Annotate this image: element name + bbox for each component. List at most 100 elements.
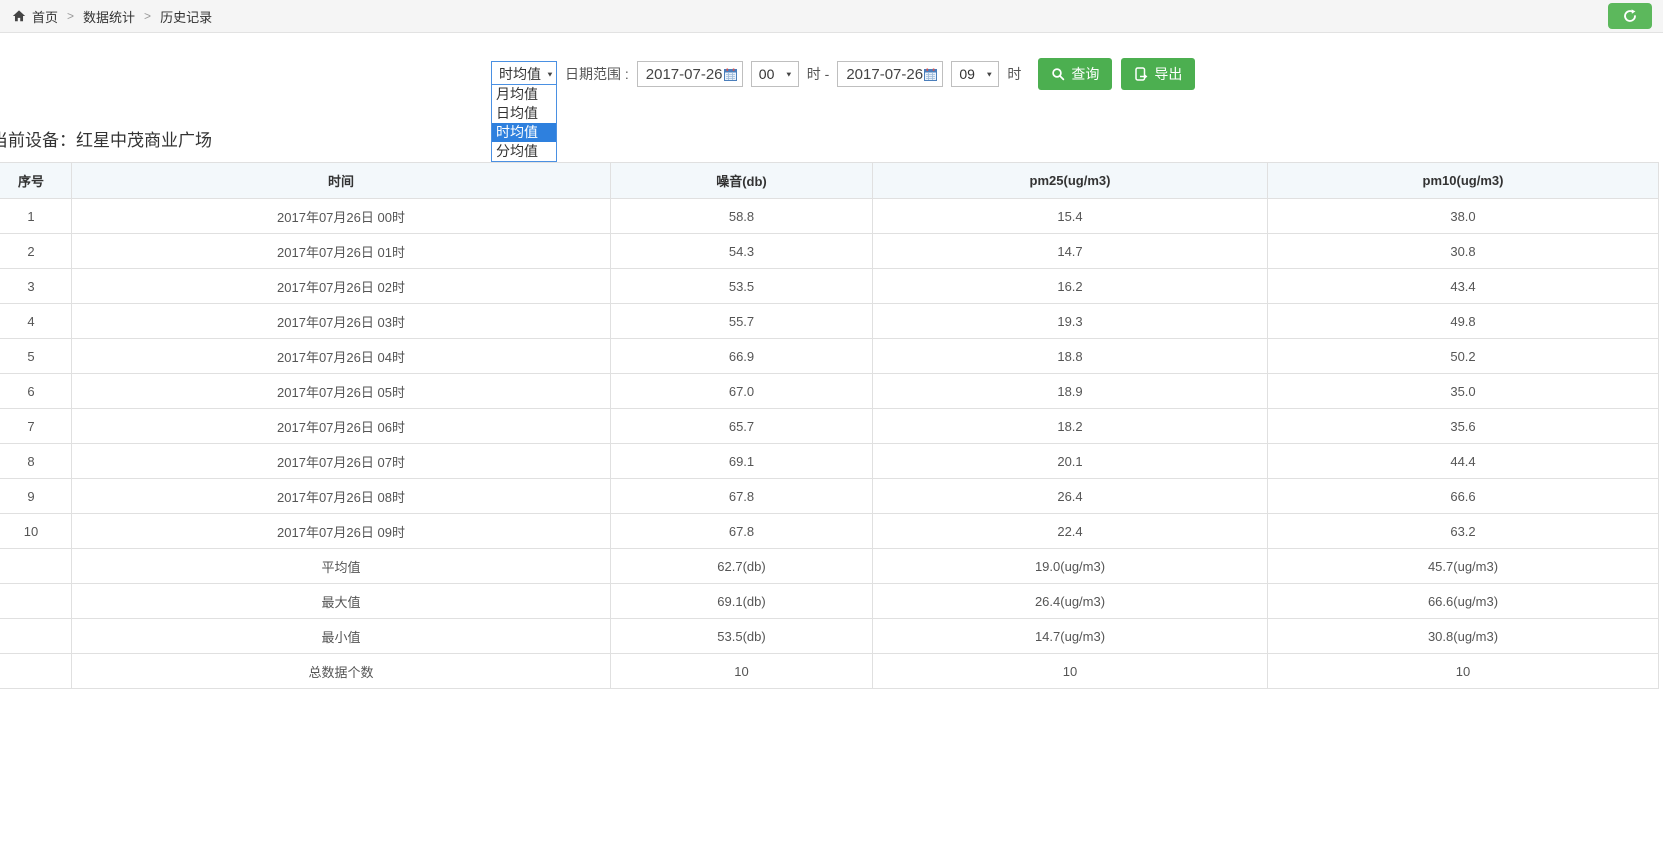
table-cell: 66.6 [1268,479,1659,514]
home-icon [12,9,26,23]
refresh-icon [1622,8,1638,24]
table-cell: 2017年07月26日 06时 [72,409,611,444]
table-cell: 2017年07月26日 01时 [72,234,611,269]
calendar-icon[interactable] [924,68,937,81]
table-cell [0,584,72,619]
table-cell [0,549,72,584]
table-cell: 65.7 [611,409,873,444]
start-date-value: 2017-07-26 [646,66,723,83]
breadcrumb-data-statistics[interactable]: 数据统计 [83,7,135,26]
table-cell: 2017年07月26日 03时 [72,304,611,339]
table-cell: 2017年07月26日 08时 [72,479,611,514]
table-cell: 16.2 [873,269,1268,304]
table-row: 102017年07月26日 09时67.822.463.2 [0,514,1659,549]
table-cell: 20.1 [873,444,1268,479]
table-cell: 67.0 [611,374,873,409]
table-cell: 22.4 [873,514,1268,549]
search-button[interactable]: 查询 [1038,58,1112,90]
export-icon [1134,67,1148,81]
date-range-label: 日期范围 : [565,64,629,84]
summary-row: 最小值53.5(db)14.7(ug/m3)30.8(ug/m3) [0,619,1659,654]
table-cell: 62.7(db) [611,549,873,584]
table-cell: 最大值 [72,584,611,619]
interval-select-value: 时均值 [499,64,541,84]
filter-bar: 时均值 ▼ 日期范围 : 2017-07-26 00 ▼ 时 - 2017-07… [491,58,1195,90]
table-cell: 55.7 [611,304,873,339]
magnifier-icon [1051,67,1065,81]
summary-row: 最大值69.1(db)26.4(ug/m3)66.6(ug/m3) [0,584,1659,619]
table-cell: 53.5(db) [611,619,873,654]
breadcrumb-history-records[interactable]: 历史记录 [160,7,212,26]
table-cell: 10 [1268,654,1659,689]
table-cell: 10 [0,514,72,549]
table-cell: 14.7(ug/m3) [873,619,1268,654]
table-cell: 2017年07月26日 04时 [72,339,611,374]
table-cell: 66.9 [611,339,873,374]
end-date-input[interactable]: 2017-07-26 [837,61,943,87]
table-cell: 8 [0,444,72,479]
table-cell: 2017年07月26日 02时 [72,269,611,304]
export-button[interactable]: 导出 [1121,58,1195,90]
history-table-wrap: 序号时间噪音(db)pm25(ug/m3)pm10(ug/m3) 12017年0… [0,162,1659,689]
table-cell: 14.7 [873,234,1268,269]
table-cell: 66.6(ug/m3) [1268,584,1659,619]
breadcrumb-separator: > [67,9,74,23]
table-cell: 43.4 [1268,269,1659,304]
breadcrumb-separator: > [144,9,151,23]
interval-option[interactable]: 时均值 [492,123,556,142]
table-cell: 49.8 [1268,304,1659,339]
table-cell: 19.0(ug/m3) [873,549,1268,584]
table-cell: 1 [0,199,72,234]
table-cell: 38.0 [1268,199,1659,234]
table-cell: 44.4 [1268,444,1659,479]
table-cell: 69.1(db) [611,584,873,619]
table-cell: 2017年07月26日 00时 [72,199,611,234]
interval-option[interactable]: 日均值 [492,104,556,123]
table-cell: 2 [0,234,72,269]
end-hour-value: 09 [959,66,975,82]
table-cell: 2017年07月26日 09时 [72,514,611,549]
refresh-button[interactable] [1608,3,1652,29]
table-cell: 69.1 [611,444,873,479]
summary-row: 总数据个数101010 [0,654,1659,689]
table-cell: 10 [611,654,873,689]
table-row: 32017年07月26日 02时53.516.243.4 [0,269,1659,304]
start-hour-label: 时 - [807,64,830,84]
calendar-icon[interactable] [724,68,737,81]
table-cell: 6 [0,374,72,409]
table-cell: 2017年07月26日 07时 [72,444,611,479]
chevron-down-icon: ▼ [785,70,793,78]
breadcrumb-home[interactable]: 首页 [32,7,58,26]
table-cell: 30.8 [1268,234,1659,269]
end-hour-select[interactable]: 09 ▼ [951,61,999,87]
table-cell: 50.2 [1268,339,1659,374]
export-button-label: 导出 [1154,64,1182,84]
table-row: 82017年07月26日 07时69.120.144.4 [0,444,1659,479]
interval-option[interactable]: 分均值 [492,142,556,161]
search-button-label: 查询 [1071,64,1099,84]
table-row: 92017年07月26日 08时67.826.466.6 [0,479,1659,514]
table-cell: 18.2 [873,409,1268,444]
interval-option[interactable]: 月均值 [492,85,556,104]
table-cell: 58.8 [611,199,873,234]
chevron-down-icon: ▼ [546,70,554,78]
column-header: pm10(ug/m3) [1268,163,1659,199]
current-device-label: 当前设备：红星中茂商业广场 [0,126,212,151]
start-hour-value: 00 [759,66,775,82]
table-cell: 3 [0,269,72,304]
end-date-value: 2017-07-26 [846,66,923,83]
table-cell: 53.5 [611,269,873,304]
table-cell: 7 [0,409,72,444]
column-header: 序号 [0,163,72,199]
start-date-input[interactable]: 2017-07-26 [637,61,743,87]
table-cell: 63.2 [1268,514,1659,549]
column-header: pm25(ug/m3) [873,163,1268,199]
table-row: 42017年07月26日 03时55.719.349.8 [0,304,1659,339]
breadcrumb-bar: 首页 > 数据统计 > 历史记录 [0,0,1663,33]
column-header: 噪音(db) [611,163,873,199]
history-table: 序号时间噪音(db)pm25(ug/m3)pm10(ug/m3) 12017年0… [0,162,1659,689]
table-cell [0,654,72,689]
table-cell: 2017年07月26日 05时 [72,374,611,409]
start-hour-select[interactable]: 00 ▼ [751,61,799,87]
table-row: 52017年07月26日 04时66.918.850.2 [0,339,1659,374]
